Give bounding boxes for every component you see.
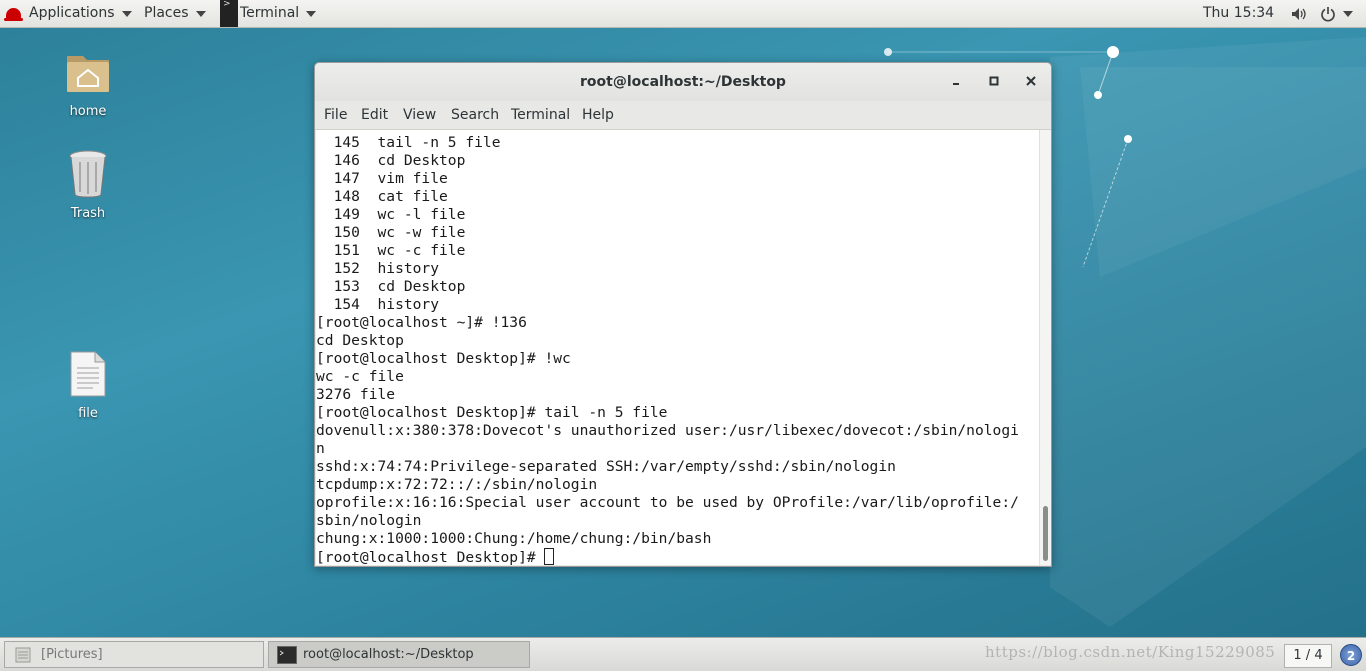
task-label: root@localhost:~/Desktop — [303, 647, 474, 662]
terminal-icon — [277, 645, 297, 664]
menu-file[interactable]: File — [324, 107, 347, 123]
maximize-icon — [989, 76, 999, 86]
redhat-logo-icon — [4, 7, 23, 21]
places-menu[interactable]: Places — [144, 0, 206, 27]
text-file-icon — [70, 351, 106, 397]
terminal-line: 148 cat file — [316, 188, 448, 205]
clock-label: Thu 15:34 — [1203, 5, 1275, 21]
terminal-line: wc -c file — [316, 368, 404, 385]
window-title: root@localhost:~/Desktop — [580, 74, 786, 90]
terminal-line: cd Desktop — [316, 332, 404, 349]
terminal-scrollbar[interactable] — [1039, 130, 1051, 565]
chevron-down-icon — [306, 10, 317, 17]
terminal-prompt: [root@localhost Desktop]# — [316, 549, 545, 565]
desktop-icon-file[interactable]: file — [48, 350, 128, 421]
terminal-line: 153 cd Desktop — [316, 278, 466, 295]
task-label: [Pictures] — [41, 647, 103, 662]
places-label: Places — [144, 5, 189, 21]
workspace-switcher[interactable]: 1 / 4 — [1284, 644, 1332, 668]
clock[interactable]: Thu 15:34 — [1203, 0, 1274, 27]
chevron-down-icon — [195, 10, 206, 17]
terminal-icon — [220, 0, 238, 27]
text-cursor — [544, 548, 555, 565]
terminal-line: n — [316, 440, 325, 457]
notification-badge[interactable]: 2 — [1340, 644, 1362, 666]
volume-icon[interactable] — [1291, 0, 1307, 27]
terminal-line: 145 tail -n 5 file — [316, 134, 501, 151]
terminal-line: 146 cd Desktop — [316, 152, 466, 169]
active-app-label: Terminal — [240, 5, 300, 21]
terminal-window[interactable]: root@localhost:~/Desktop File Edit View … — [314, 62, 1052, 567]
trash-icon — [69, 150, 107, 198]
top-panel: Applications Places Terminal Thu 15:34 — [0, 0, 1366, 28]
watermark-text: https://blog.csdn.net/King15229085 — [985, 643, 1276, 661]
task-pictures[interactable]: [Pictures] — [4, 641, 264, 668]
minimize-button[interactable] — [947, 73, 965, 91]
maximize-button[interactable] — [985, 73, 1003, 91]
file-manager-icon — [15, 647, 31, 662]
menu-search[interactable]: Search — [451, 107, 499, 123]
applications-menu[interactable]: Applications — [4, 0, 132, 27]
menu-edit[interactable]: Edit — [361, 107, 388, 123]
folder-home-icon — [67, 56, 109, 92]
terminal-line: [root@localhost ~]# !136 — [316, 314, 527, 331]
desktop-icon-label: home — [69, 104, 107, 119]
scrollbar-thumb[interactable] — [1043, 506, 1048, 561]
close-button[interactable] — [1022, 73, 1040, 91]
desktop-icon-label: file — [78, 406, 98, 421]
terminal-line: 147 vim file — [316, 170, 448, 187]
terminal-line: 151 wc -c file — [316, 242, 466, 259]
window-menubar: File Edit View Search Terminal Help — [315, 103, 1051, 130]
terminal-line: sshd:x:74:74:Privilege-separated SSH:/va… — [316, 458, 896, 475]
terminal-line: 154 history — [316, 296, 440, 313]
bottom-panel: [Pictures] root@localhost:~/Desktop http… — [0, 637, 1366, 671]
terminal-line: 149 wc -l file — [316, 206, 466, 223]
terminal-output[interactable]: 145 tail -n 5 file 146 cd Desktop 147 vi… — [316, 130, 1039, 565]
window-titlebar[interactable]: root@localhost:~/Desktop — [315, 63, 1051, 101]
close-icon — [1026, 76, 1036, 86]
terminal-line: 150 wc -w file — [316, 224, 466, 241]
terminal-line: 3276 file — [316, 386, 396, 403]
terminal-line: [root@localhost Desktop]# tail -n 5 file — [316, 404, 668, 421]
desktop-icon-home[interactable]: home — [48, 50, 128, 119]
active-app-menu[interactable]: Terminal — [220, 0, 317, 27]
terminal-line: oprofile:x:16:16:Special user account to… — [316, 494, 1019, 511]
chevron-down-icon — [1343, 10, 1353, 17]
applications-label: Applications — [29, 5, 115, 21]
terminal-line: 152 history — [316, 260, 440, 277]
terminal-line: chung:x:1000:1000:Chung:/home/chung:/bin… — [316, 530, 712, 547]
desktop-icon-trash[interactable]: Trash — [48, 148, 128, 221]
terminal-prompt-line[interactable]: [root@localhost Desktop]# — [316, 548, 1039, 565]
menu-view[interactable]: View — [403, 107, 436, 123]
desktop-icon-label: Trash — [70, 206, 106, 221]
menu-terminal[interactable]: Terminal — [511, 107, 570, 123]
terminal-line: sbin/nologin — [316, 512, 422, 529]
terminal-line: tcpdump:x:72:72::/:/sbin/nologin — [316, 476, 598, 493]
terminal-line: [root@localhost Desktop]# !wc — [316, 350, 571, 367]
minimize-icon — [953, 83, 959, 85]
menu-help[interactable]: Help — [582, 107, 614, 123]
power-icon[interactable] — [1320, 0, 1353, 27]
terminal-line: dovenull:x:380:378:Dovecot's unauthorize… — [316, 422, 1019, 439]
task-terminal[interactable]: root@localhost:~/Desktop — [268, 641, 530, 668]
chevron-down-icon — [121, 10, 132, 17]
